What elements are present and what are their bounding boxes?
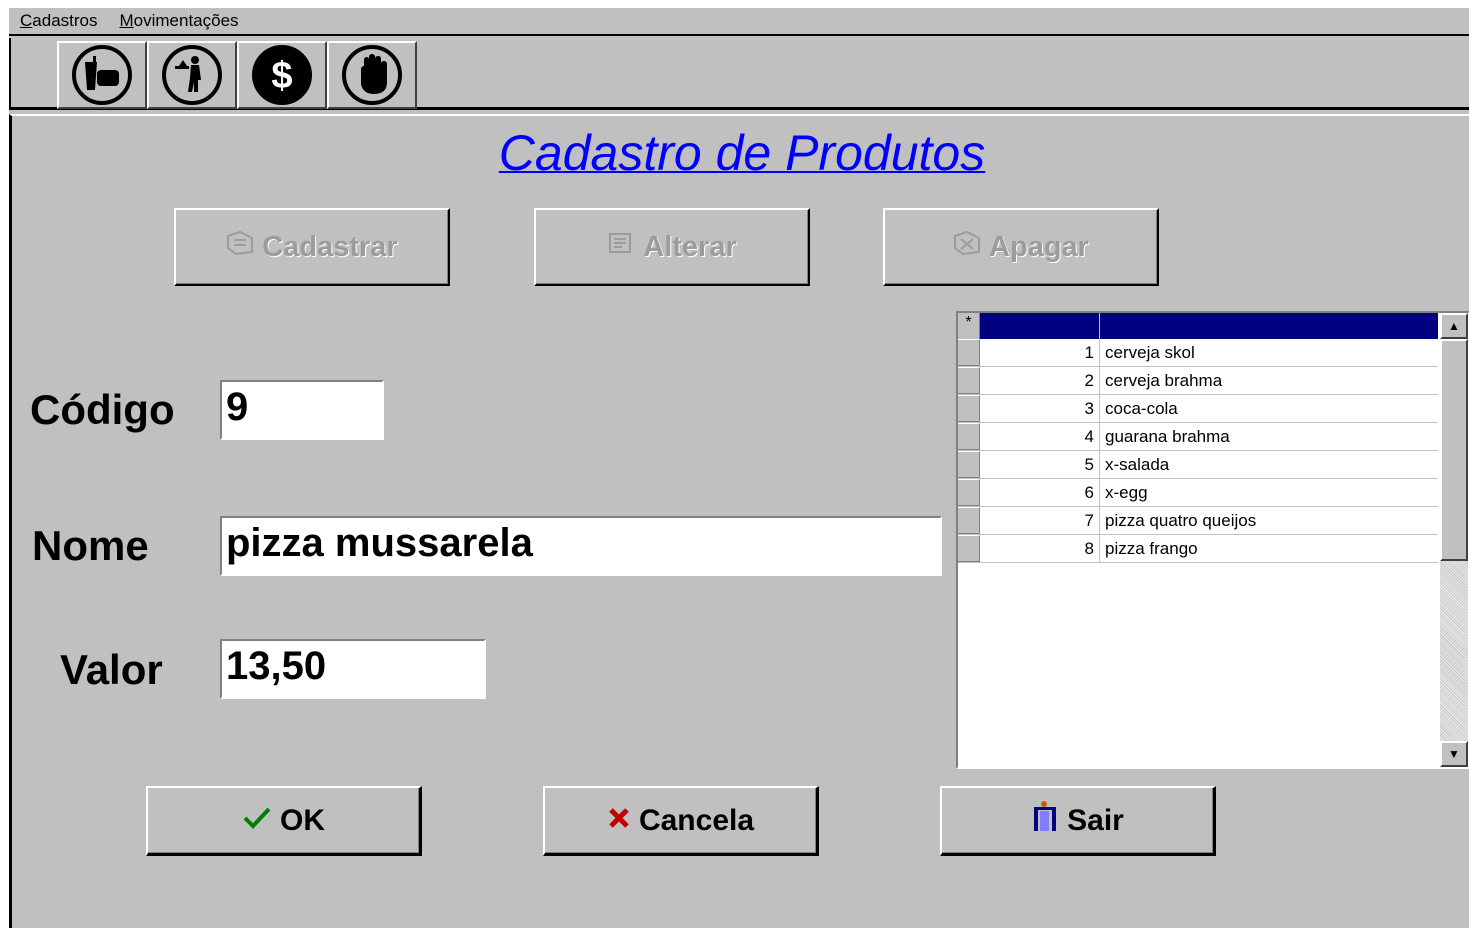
row-indicator [958,423,980,450]
row-indicator [958,507,980,534]
grid-rows: 1 cerveja skol 2 cerveja brahma 3 coca-cola… [958,339,1438,563]
page-title: Cadastro de Produtos [498,125,986,181]
triangle-down-icon: ▼ [1448,747,1460,761]
row-indicator [958,339,980,366]
svg-text:$: $ [271,55,292,97]
apagar-button[interactable]: Apagar [883,208,1159,286]
row-indicator [958,451,980,478]
codigo-field[interactable]: 9 [220,380,384,440]
row-id: 5 [980,451,1100,478]
row-indicator [958,535,980,562]
cadastrar-button[interactable]: Cadastrar [174,208,450,286]
menu-bar: Cadastros Movimentações [9,8,1469,36]
codigo-label: Código [30,386,175,433]
table-row[interactable]: 4 guarana brahma [958,423,1438,451]
row-name: pizza frango [1105,539,1198,558]
alterar-label: Alterar [643,230,737,263]
products-grid[interactable]: * 1 cerveja skol 2 cerveja brahma 3 coca-co… [956,311,1469,769]
row-name: cerveja brahma [1105,371,1223,390]
product-form: Cadastro de Produtos Cadastrar Alterar A… [9,114,1469,928]
cash-tool-button[interactable]: $ [237,41,327,109]
table-row[interactable]: 1 cerveja skol [958,339,1438,367]
alterar-button[interactable]: Alterar [534,208,810,286]
hand-stop-icon [342,45,402,105]
triangle-up-icon: ▲ [1448,319,1460,333]
waiter-tool-button[interactable] [147,41,237,109]
row-name: x-egg [1105,483,1148,502]
scroll-thumb[interactable] [1440,339,1468,561]
menu-movimentacoes[interactable]: Movimentações [108,11,249,31]
row-indicator [958,367,980,394]
cancela-button[interactable]: Cancela [543,786,819,856]
table-row[interactable]: 2 cerveja brahma [958,367,1438,395]
row-name: pizza quatro queijos [1105,511,1257,530]
cancela-label: Cancela [638,803,755,837]
row-id: 8 [980,535,1100,562]
cancel-x-icon [607,804,631,838]
delete-icon [953,230,981,264]
nome-label: Nome [32,522,149,569]
row-id: 2 [980,367,1100,394]
valor-label: Valor [60,646,163,693]
scroll-down-button[interactable]: ▼ [1440,741,1468,767]
register-icon [226,230,254,264]
scroll-up-button[interactable]: ▲ [1440,313,1468,339]
sair-label: Sair [1067,803,1124,837]
exit-tool-button[interactable] [327,41,417,109]
apagar-label: Apagar [989,230,1089,263]
door-exit-icon [1031,800,1059,841]
menu-movimentacoes-label: ovimentações [133,11,239,30]
grid-header-id[interactable] [980,313,1100,339]
app-window: Cadastros Movimentações $ Cadastro de Pr… [9,8,1469,928]
row-id: 7 [980,507,1100,534]
nome-field[interactable]: pizza mussarela [220,516,942,576]
ok-button[interactable]: OK [146,786,422,856]
grid-header-name[interactable] [1100,313,1438,339]
edit-icon [607,230,635,264]
grid-new-row-marker: * [958,313,980,339]
row-id: 3 [980,395,1100,422]
row-id: 4 [980,423,1100,450]
row-id: 6 [980,479,1100,506]
dollar-icon: $ [252,45,312,105]
check-icon [242,804,272,838]
menu-movimentacoes-accel: M [119,11,134,30]
waiter-icon [162,45,222,105]
row-name: guarana brahma [1105,427,1230,446]
menu-cadastros-accel: C [20,11,33,30]
grid-header: * [958,313,1438,339]
menu-cadastros[interactable]: Cadastros [9,11,108,31]
table-row[interactable]: 3 coca-cola [958,395,1438,423]
row-name: cerveja skol [1105,343,1195,362]
table-row[interactable]: 6 x-egg [958,479,1438,507]
row-indicator [958,479,980,506]
food-drink-icon [72,45,132,105]
row-id: 1 [980,339,1100,366]
valor-field[interactable]: 13,50 [220,639,486,699]
table-row[interactable]: 7 pizza quatro queijos [958,507,1438,535]
row-name: x-salada [1105,455,1170,474]
cadastrar-label: Cadastrar [262,230,398,263]
row-name: coca-cola [1105,399,1178,418]
table-row[interactable]: 5 x-salada [958,451,1438,479]
menu-cadastros-label: adastros [32,11,98,30]
row-indicator [958,395,980,422]
products-tool-button[interactable] [57,41,147,109]
sair-button[interactable]: Sair [940,786,1216,856]
table-row[interactable]: 8 pizza frango [958,535,1438,563]
toolbar: $ [9,38,1469,110]
ok-label: OK [280,803,325,837]
grid-vertical-scrollbar[interactable]: ▲ ▼ [1440,313,1468,767]
